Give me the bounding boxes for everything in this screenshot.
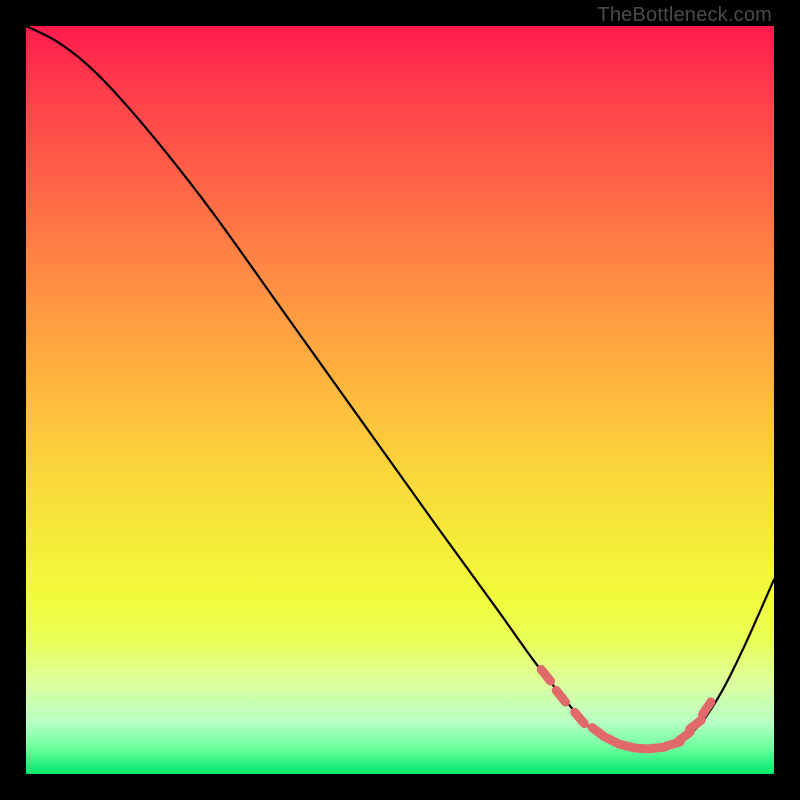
highlight-dash: [541, 669, 550, 681]
highlight-dash: [592, 728, 604, 737]
highlight-dash: [575, 712, 585, 723]
chart-overlay: [26, 26, 774, 774]
highlight-markers: [541, 669, 711, 749]
highlight-dash: [690, 720, 702, 729]
chart-area: [26, 26, 774, 774]
watermark-text: TheBottleneck.com: [597, 4, 772, 27]
highlight-dash: [556, 690, 565, 702]
bottleneck-curve: [26, 26, 774, 749]
